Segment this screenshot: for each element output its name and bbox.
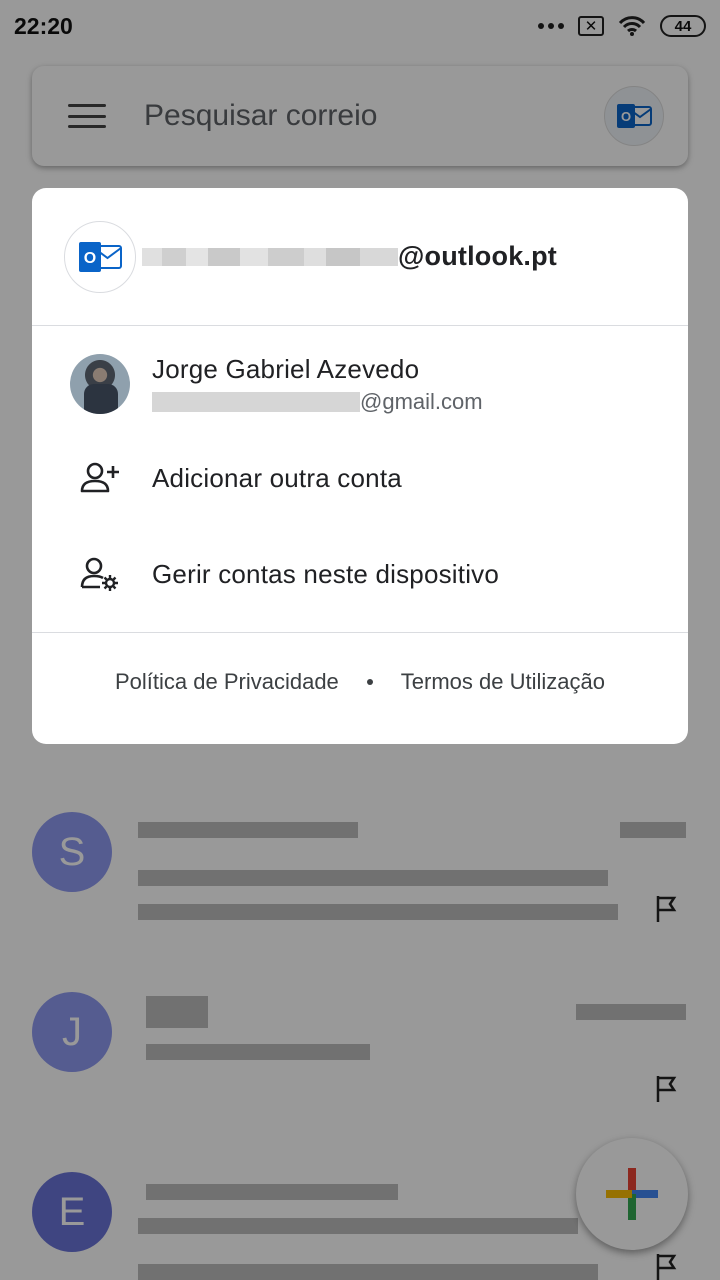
account-name: Jorge Gabriel Azevedo [152, 353, 420, 384]
add-account-label: Adicionar outra conta [152, 462, 402, 493]
manage-accounts-button[interactable]: Gerir contas neste dispositivo [32, 526, 688, 622]
current-account-avatar: O [64, 220, 136, 293]
account-switcher-dialog: O @outlook.pt Jorge Gabriel Azevedo @gma… [32, 188, 688, 744]
svg-text:O: O [84, 250, 96, 267]
account-item-jorge[interactable]: Jorge Gabriel Azevedo @gmail.com [32, 338, 688, 430]
terms-link[interactable]: Termos de Utilização [401, 669, 605, 695]
account-email: @gmail.com [360, 388, 483, 414]
add-account-button[interactable]: Adicionar outra conta [32, 430, 688, 526]
privacy-policy-link[interactable]: Política de Privacidade [115, 669, 339, 695]
outlook-logo-icon: O [79, 241, 122, 272]
current-account: O @outlook.pt [32, 188, 688, 325]
avatar [70, 354, 130, 414]
divider [32, 325, 688, 326]
separator-dot [366, 679, 373, 685]
sheet-footer: Política de Privacidade Termos de Utiliz… [32, 633, 688, 731]
person-add-icon [80, 458, 120, 498]
masked-email [152, 391, 360, 412]
manage-accounts-label: Gerir contas neste dispositivo [152, 558, 500, 589]
current-account-email: @outlook.pt [398, 241, 557, 271]
masked-email [142, 247, 398, 266]
manage-accounts-icon [80, 554, 120, 594]
